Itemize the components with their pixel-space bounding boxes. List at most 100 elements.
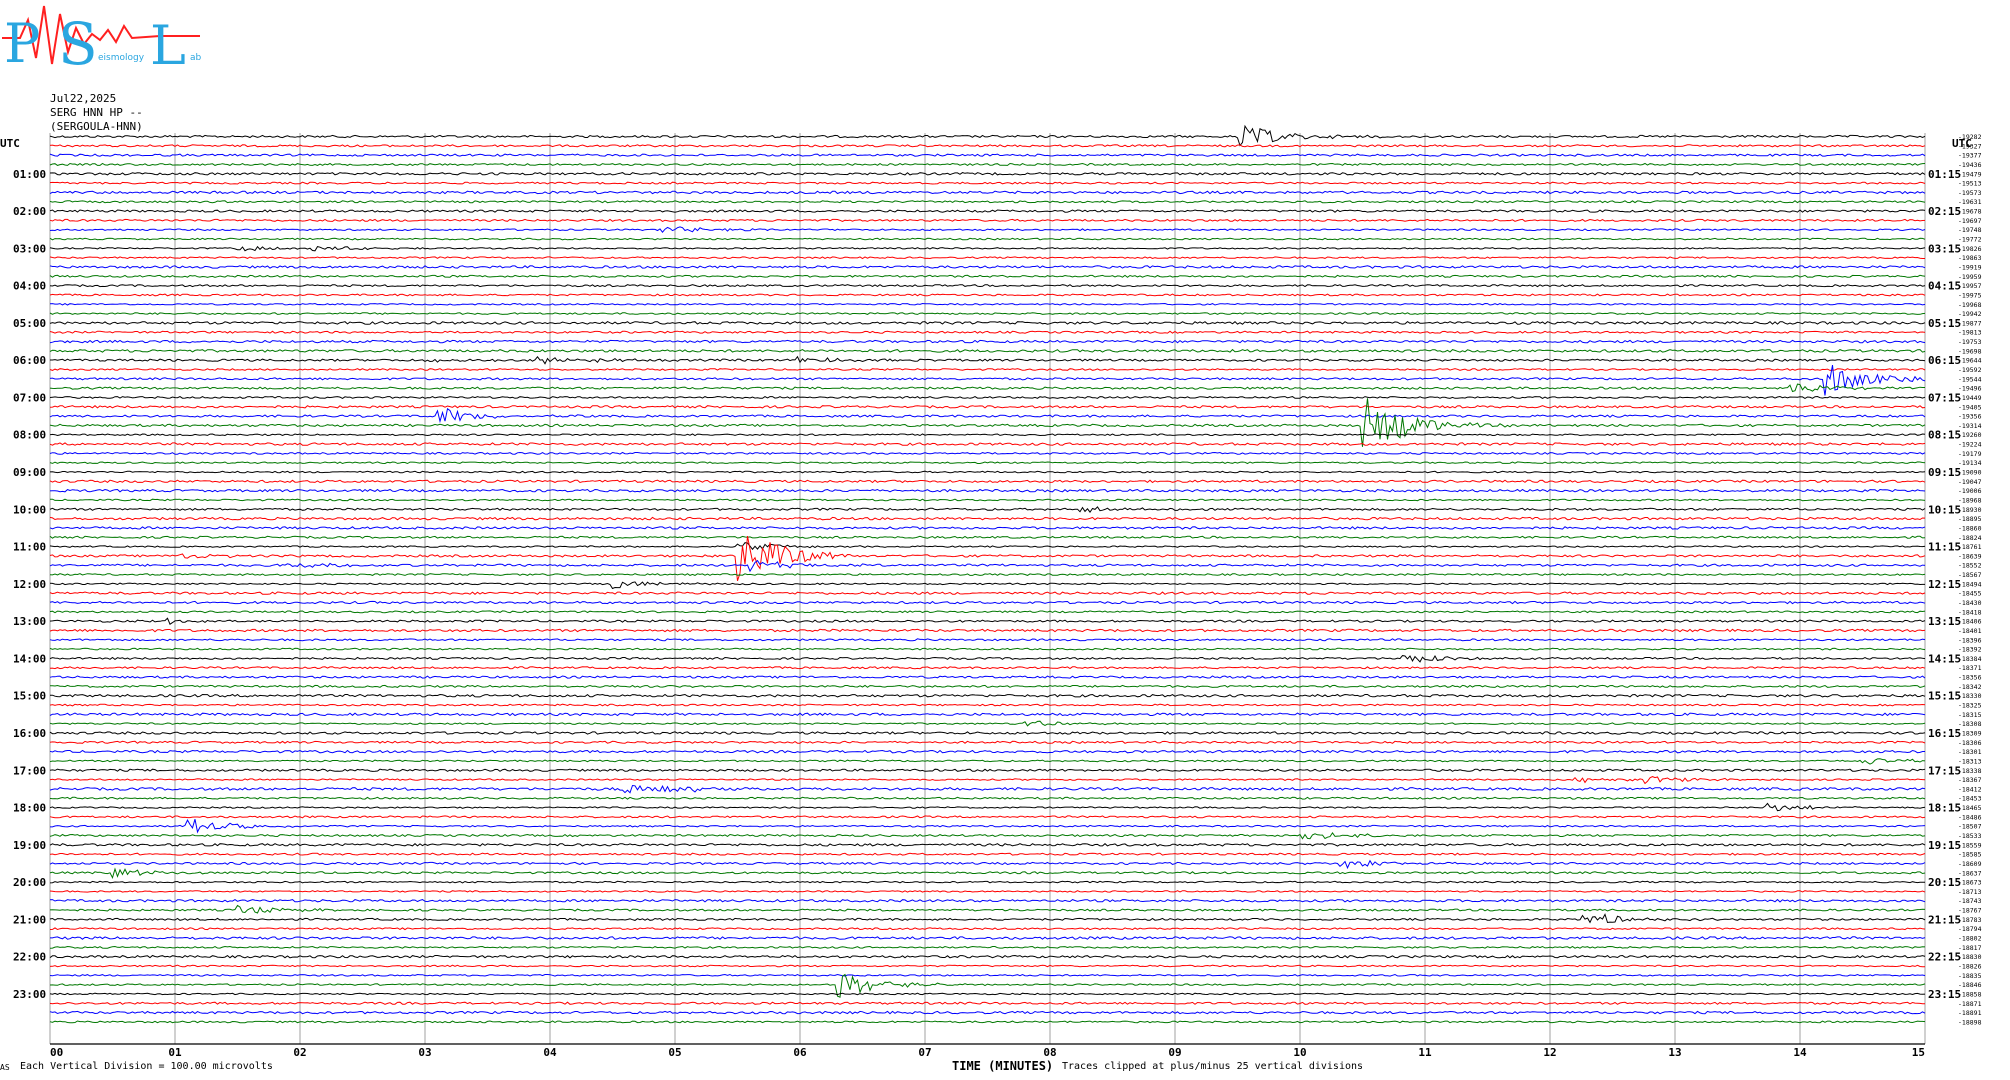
offset-label-63: -18308	[1958, 720, 1982, 728]
offset-label-2: -19377	[1958, 152, 1982, 160]
offset-label-24: -19644	[1958, 357, 1982, 365]
right-time-label-4: 05:15	[1928, 317, 1961, 330]
trace-50	[49, 600, 1926, 605]
offset-label-60: -18330	[1958, 692, 1982, 700]
offset-label-64: -18309	[1958, 729, 1982, 737]
x-tick-label-11: 11	[1418, 1046, 1432, 1059]
left-time-label-15: 16:00	[13, 727, 46, 740]
trace-69	[49, 776, 1926, 785]
trace-27	[49, 383, 1925, 393]
offset-label-33: -19224	[1958, 441, 1982, 449]
trace-42	[49, 526, 1926, 530]
offset-label-76: -18559	[1958, 841, 1982, 849]
right-time-label-18: 19:15	[1928, 839, 1961, 852]
trace-90	[49, 973, 1926, 977]
left-time-label-11: 12:00	[13, 578, 46, 591]
offset-label-12: -19826	[1958, 245, 1982, 253]
offset-label-81: -18713	[1958, 888, 1982, 896]
trace-11	[49, 237, 1926, 241]
offset-label-43: -18824	[1958, 534, 1982, 542]
trace-70	[49, 784, 1926, 794]
trace-74	[50, 819, 1926, 834]
left-time-label-17: 18:00	[13, 802, 46, 815]
offset-label-44: -18761	[1958, 543, 1982, 551]
offset-label-85: -18794	[1958, 925, 1982, 933]
left-time-label-5: 06:00	[13, 354, 46, 367]
trace-24	[50, 355, 1926, 365]
offset-label-92: -18858	[1958, 990, 1982, 998]
trace-18	[49, 302, 1926, 306]
trace-73	[49, 815, 1926, 819]
offset-label-51: -18418	[1958, 608, 1982, 616]
offset-label-38: -19006	[1958, 487, 1982, 495]
x-tick-labels: 00 01 02 03 04 05 06 07 08 09 10 11 12 13 14 15	[50, 1046, 1925, 1059]
offset-label-45: -18639	[1958, 552, 1982, 560]
offset-label-59: -18342	[1958, 683, 1982, 691]
offset-label-55: -18392	[1958, 646, 1982, 654]
offset-label-5: -19513	[1958, 180, 1982, 188]
left-time-label-12: 13:00	[13, 615, 46, 628]
offset-label-48: -18494	[1958, 580, 1982, 588]
right-time-label-12: 13:15	[1928, 615, 1961, 628]
offset-label-9: -19697	[1958, 217, 1982, 225]
offset-label-78: -18609	[1958, 860, 1982, 868]
offset-label-52: -18406	[1958, 618, 1982, 626]
offset-label-47: -18567	[1958, 571, 1982, 579]
offset-label-40: -18930	[1958, 506, 1982, 514]
offset-label-74: -18507	[1958, 823, 1982, 831]
trace-7	[49, 200, 1926, 204]
offset-label-73: -18486	[1958, 813, 1982, 821]
right-time-label-16: 17:15	[1928, 764, 1961, 777]
trace-34	[49, 451, 1926, 455]
scale-note: Each Vertical Division = 100.00 microvol…	[20, 1061, 273, 1072]
trace-57	[49, 666, 1926, 670]
offset-label-35: -19134	[1958, 459, 1982, 467]
trace-10	[49, 226, 1926, 234]
offset-label-4: -19479	[1958, 170, 1982, 178]
trace-20	[49, 320, 1926, 325]
left-time-label-16: 17:00	[13, 764, 46, 777]
right-time-label-17: 18:15	[1928, 802, 1961, 815]
offset-label-17: -19975	[1958, 291, 1982, 299]
offset-label-90: -18835	[1958, 972, 1982, 980]
left-time-label-18: 19:00	[13, 839, 46, 852]
header-station-name: (SERGOULA-HNN)	[50, 120, 143, 133]
trace-37	[49, 479, 1926, 484]
right-time-label-19: 20:15	[1928, 876, 1961, 889]
right-time-label-1: 02:15	[1928, 205, 1961, 218]
offset-label-80: -18673	[1958, 879, 1982, 887]
x-tick-label-13: 13	[1668, 1046, 1681, 1059]
offset-label-27: -19496	[1958, 385, 1982, 393]
offset-label-3: -19436	[1958, 161, 1982, 169]
left-time-label-10: 11:00	[13, 541, 46, 554]
offset-label-50: -18430	[1958, 599, 1982, 607]
trace-group	[49, 124, 1926, 1024]
left-axis-title: UTC	[0, 137, 20, 150]
offset-label-32: -19260	[1958, 431, 1982, 439]
offset-label-34: -19179	[1958, 450, 1982, 458]
trace-75	[49, 832, 1926, 840]
offset-label-37: -19047	[1958, 478, 1982, 486]
corner-mark: AS	[0, 1063, 10, 1072]
left-time-label-13: 14:00	[13, 652, 46, 665]
trace-85	[49, 927, 1926, 931]
clip-note: Traces clipped at plus/minus 25 vertical…	[1062, 1061, 1364, 1072]
left-time-label-9: 10:00	[13, 503, 46, 516]
offset-label-31: -19314	[1958, 422, 1982, 430]
trace-92	[49, 992, 1926, 996]
offset-label-84: -18783	[1958, 916, 1982, 924]
offset-label-91: -18846	[1958, 981, 1982, 989]
trace-19	[49, 312, 1926, 315]
trace-44	[49, 542, 1926, 551]
logo-subtitle-1: eismology	[98, 53, 145, 63]
trace-63	[49, 720, 1926, 727]
trace-81	[49, 890, 1926, 893]
header-date: Jul22,2025	[50, 92, 117, 105]
trace-93	[49, 1001, 1925, 1005]
offset-label-46: -18552	[1958, 562, 1982, 570]
offset-label-79: -18637	[1958, 869, 1982, 877]
left-time-label-2: 03:00	[13, 242, 46, 255]
left-time-label-14: 15:00	[13, 690, 46, 703]
offset-label-54: -18396	[1958, 636, 1982, 644]
offset-label-70: -18412	[1958, 785, 1982, 793]
